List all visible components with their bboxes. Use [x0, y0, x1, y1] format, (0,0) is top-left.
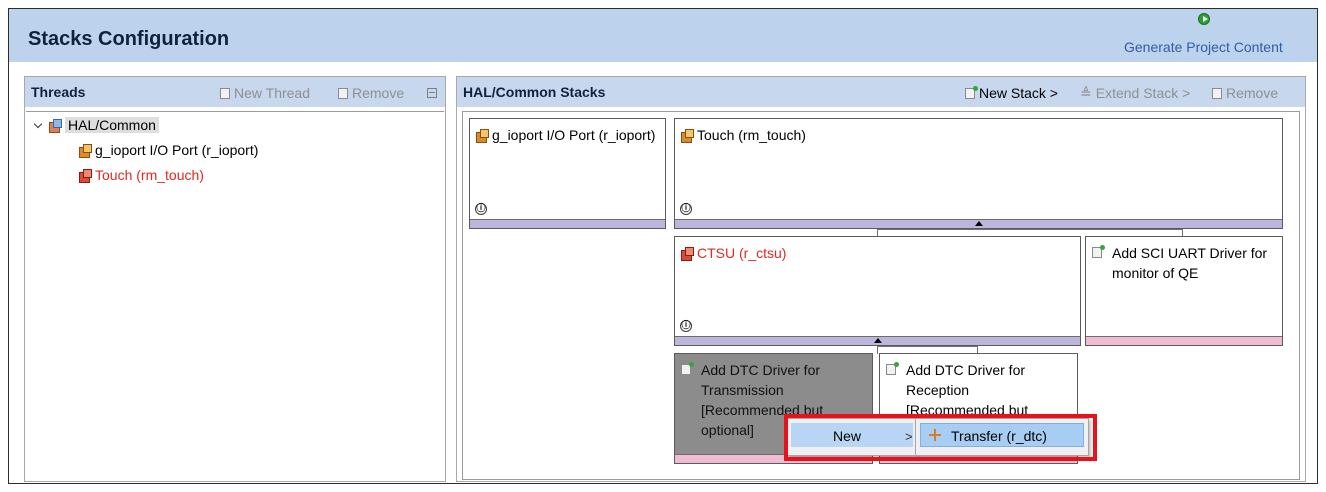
threads-panel: Threads New Thread Remove HAL/Common g_i…: [24, 76, 446, 482]
stacks-title: HAL/Common Stacks: [463, 84, 606, 100]
tree-item-label: HAL/Common: [65, 117, 159, 133]
module-name: g_ioport I/O Port (r_ioport): [492, 127, 656, 143]
module-block-label: Touch (rm_touch): [681, 125, 1276, 145]
module-status-bar: [675, 336, 1080, 345]
add-module-icon: [886, 362, 899, 375]
module-icon: [681, 129, 694, 143]
generate-run-icon[interactable]: [1198, 13, 1210, 25]
connector-line: [877, 346, 977, 347]
module-name: Add SCI UART Driver for monitor of QE: [1112, 245, 1268, 281]
connector-line: [877, 346, 878, 354]
module-status-bar: [470, 219, 665, 228]
module-status-bar: [675, 219, 1282, 228]
module-block-ctsu[interactable]: CTSU (r_ctsu) ⓘ: [674, 236, 1081, 346]
remove-stack-icon: [1212, 88, 1222, 99]
optional-block-sci-uart[interactable]: Add SCI UART Driver for monitor of QE: [1085, 236, 1283, 346]
module-status-bar: [1086, 336, 1282, 345]
connector-line: [877, 229, 1182, 230]
page-title: Stacks Configuration: [28, 28, 230, 50]
generate-project-content-button[interactable]: Generate Project Content: [1124, 39, 1283, 55]
module-block-ioport[interactable]: g_ioport I/O Port (r_ioport) ⓘ: [469, 118, 666, 229]
hal-common-icon: [49, 119, 62, 133]
collapse-arrow-icon[interactable]: [974, 221, 983, 226]
module-name: CTSU (r_ctsu): [697, 245, 787, 261]
extend-stack-button[interactable]: ≜ Extend Stack >: [1080, 85, 1190, 102]
module-icon: [476, 129, 489, 143]
red-highlight-box: [784, 414, 1097, 461]
new-thread-label: New Thread: [234, 85, 311, 101]
remove-thread-button[interactable]: Remove: [338, 85, 404, 101]
remove-stack-label: Remove: [1226, 85, 1279, 101]
new-stack-label: New Stack >: [979, 85, 1058, 101]
extend-stack-icon: ≜: [1080, 85, 1092, 101]
extend-stack-label: Extend Stack >: [1095, 85, 1191, 101]
stacks-panel-header: HAL/Common Stacks New Stack > ≜ Extend St…: [457, 77, 1305, 107]
tree-item-hal-common[interactable]: HAL/Common: [33, 117, 159, 133]
module-block-label: CTSU (r_ctsu): [681, 243, 1074, 263]
tree-item-ioport[interactable]: g_ioport I/O Port (r_ioport): [79, 142, 258, 158]
new-stack-button[interactable]: New Stack >: [965, 85, 1058, 101]
module-name: Touch (rm_touch): [697, 127, 806, 143]
new-thread-button[interactable]: New Thread: [220, 85, 310, 101]
module-block-touch[interactable]: Touch (rm_touch) ⓘ: [674, 118, 1283, 229]
module-error-icon: [681, 247, 694, 261]
chevron-down-icon[interactable]: [33, 119, 43, 129]
add-module-icon: [681, 362, 694, 375]
info-icon[interactable]: ⓘ: [680, 320, 692, 332]
info-icon[interactable]: ⓘ: [475, 203, 487, 215]
module-icon: [79, 144, 92, 158]
remove-thread-icon: [338, 88, 348, 99]
new-stack-icon: [965, 86, 978, 99]
minimize-icon[interactable]: [427, 88, 437, 98]
tree-item-label: g_ioport I/O Port (r_ioport): [95, 142, 259, 158]
tree-item-touch[interactable]: Touch (rm_touch): [79, 167, 204, 183]
remove-thread-label: Remove: [352, 85, 405, 101]
info-icon[interactable]: ⓘ: [680, 203, 692, 215]
module-error-icon: [79, 169, 92, 183]
collapse-arrow-icon[interactable]: [873, 338, 882, 343]
threads-panel-header: Threads New Thread Remove: [25, 77, 445, 107]
tree-item-label: Touch (rm_touch): [95, 167, 204, 183]
threads-title: Threads: [31, 84, 86, 100]
add-module-icon: [1092, 245, 1105, 258]
module-block-label: Add SCI UART Driver for monitor of QE: [1092, 243, 1276, 283]
threads-tree: HAL/Common g_ioport I/O Port (r_ioport) …: [26, 111, 444, 480]
new-thread-icon: [220, 88, 230, 99]
remove-stack-button[interactable]: Remove: [1212, 85, 1278, 101]
module-block-label: g_ioport I/O Port (r_ioport): [476, 125, 659, 145]
